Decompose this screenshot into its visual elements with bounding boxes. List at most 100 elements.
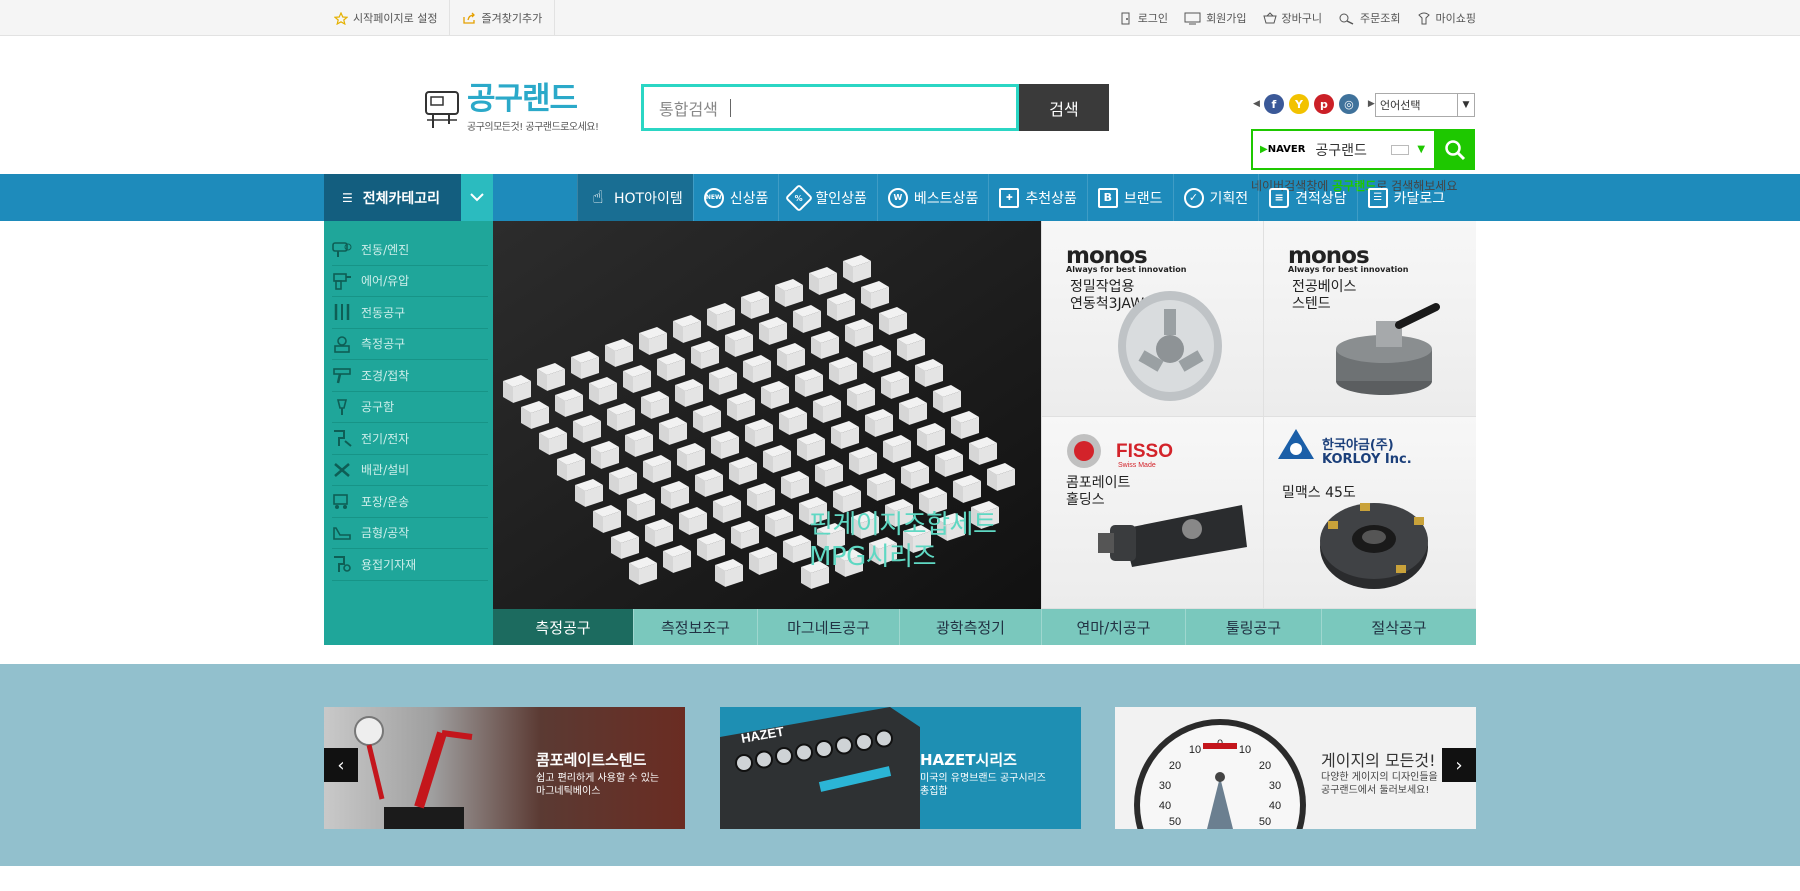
tab-measuring[interactable]: 측정공구 bbox=[493, 609, 633, 645]
banner-area: 핀게이지조합세트 MPG시리즈 monos Always for best in… bbox=[493, 221, 1476, 645]
facebook-icon[interactable]: f bbox=[1263, 94, 1284, 114]
tab-measuring-aux[interactable]: 측정보조구 bbox=[633, 609, 757, 645]
gauge-label: 30 bbox=[1159, 780, 1171, 792]
pinterest-icon[interactable]: p bbox=[1313, 94, 1334, 114]
pipe-icon bbox=[332, 461, 352, 479]
instagram-icon[interactable]: ◎ bbox=[1338, 94, 1359, 114]
brand-b-icon: B bbox=[1097, 187, 1118, 208]
promo-title: HAZET시리즈 bbox=[920, 751, 1017, 769]
socket bbox=[835, 736, 853, 755]
nav-menu: ☝ HOT아이템 NEW 신상품 % 할인상품 W 베스트상품 ✚ 추천상품 B 브랜드 ✓… bbox=[577, 174, 1455, 221]
hamburger-icon: ☰ bbox=[342, 190, 353, 205]
product-tile-fisso[interactable]: FISSO Swiss Made 콤포레이트 홀딩스 bbox=[1041, 417, 1263, 609]
gauge-label: 20 bbox=[1169, 760, 1181, 772]
search-button[interactable]: 검색 bbox=[1019, 84, 1109, 131]
order-lookup-label: 주문조회 bbox=[1360, 12, 1401, 25]
naver-search-box[interactable]: ▶NAVER 공구랜드 ▼ bbox=[1251, 129, 1475, 170]
nav-item-catalog[interactable]: ☰ 카달로그 bbox=[1356, 174, 1456, 221]
utility-left: 시작페이지로 설정 즐겨찾기추가 bbox=[324, 0, 556, 36]
magnetic-base-image bbox=[1336, 303, 1440, 395]
keyboard-icon[interactable] bbox=[1391, 144, 1410, 155]
sidebar-item-welding[interactable]: 용접기자재 bbox=[332, 549, 488, 581]
product-tile-monos-base[interactable]: monos Always for best innovation 전공베이스 스텐… bbox=[1263, 221, 1476, 417]
nav-item-special[interactable]: ✓ 기획전 bbox=[1172, 174, 1259, 221]
hero-line-2: MPG시리즈 bbox=[809, 542, 937, 572]
tab-tooling[interactable]: 툴링공구 bbox=[1185, 609, 1321, 645]
sidebar-item-toolbox[interactable]: 공구함 bbox=[332, 392, 488, 423]
cart-link[interactable]: 장바구니 bbox=[1262, 10, 1322, 26]
gauge-label: 50 bbox=[1259, 816, 1271, 828]
cart-truck-icon bbox=[332, 492, 352, 510]
sidebar-item-mold-machining[interactable]: 금형/공작 bbox=[332, 518, 488, 549]
sidebar-item-air-hydraulic[interactable]: 에어/유압 bbox=[332, 266, 488, 297]
sidebar-item-power-engine[interactable]: 전동/엔진 bbox=[332, 234, 488, 266]
tab-cutting[interactable]: 절삭공구 bbox=[1321, 609, 1476, 645]
add-bookmark-label: 즐겨찾기추가 bbox=[481, 12, 543, 25]
socket bbox=[855, 733, 873, 751]
utility-right: 로그인 회원가입 장바구니 주문조회 마이쇼핑 bbox=[1103, 0, 1476, 36]
promo-card-hazet[interactable]: HAZET HAZET시리즈 미국의 유명브랜드 공구시리즈 총집합 bbox=[720, 707, 1081, 829]
sidebar-item-measuring[interactable]: 측정공구 bbox=[332, 329, 488, 360]
nav-item-new[interactable]: NEW 신상품 bbox=[692, 174, 779, 221]
socket-set-image: HAZET bbox=[720, 707, 920, 829]
electric-icon bbox=[332, 429, 352, 448]
tab-grinding-jig[interactable]: 연마/치공구 bbox=[1041, 609, 1185, 645]
lathe-chuck-image bbox=[1118, 291, 1222, 401]
hand-tools-icon bbox=[332, 303, 352, 321]
social-links: ◀ f Y p ◎ ▶ bbox=[1249, 94, 1379, 114]
nav-item-brand[interactable]: B 브랜드 bbox=[1086, 174, 1173, 221]
svg-text:Swiss Made: Swiss Made bbox=[1118, 462, 1156, 469]
socket bbox=[735, 754, 753, 772]
promo-next-button[interactable]: › bbox=[1442, 748, 1476, 782]
add-bookmark-link[interactable]: 즐겨찾기추가 bbox=[450, 0, 556, 36]
sidebar-item-electric[interactable]: 전기/전자 bbox=[332, 423, 488, 455]
nav-item-recommend[interactable]: ✚ 추천상품 bbox=[988, 174, 1087, 221]
promo-subtitle: 쉽고 편리하게 사용할 수 있는 마그네틱베이스 bbox=[536, 773, 660, 797]
set-homepage-link[interactable]: 시작페이지로 설정 bbox=[324, 0, 451, 36]
nav-item-hot[interactable]: ☝ HOT아이템 bbox=[577, 174, 693, 221]
category-sidebar: 전동/엔진 에어/유압 전동공구 측정공구 조경/접착 공구함 전기/전자 배관… bbox=[324, 221, 493, 645]
language-select[interactable]: 언어선택 ▼ bbox=[1375, 93, 1475, 117]
sidebar-item-landscape-adhesive[interactable]: 조경/접착 bbox=[332, 360, 488, 392]
gauge-label: 40 bbox=[1159, 800, 1171, 812]
my-shopping-link[interactable]: 마이쇼핑 bbox=[1417, 10, 1476, 26]
login-link[interactable]: 로그인 bbox=[1119, 10, 1168, 26]
nav-item-quote[interactable]: ≡ 견적상담 bbox=[1258, 174, 1357, 221]
all-category-button[interactable]: ☰ 전체카테고리 bbox=[324, 174, 461, 221]
sidebar-item-plumbing[interactable]: 배관/설비 bbox=[332, 455, 488, 486]
tile-desc: 밀맥스 45도 bbox=[1282, 485, 1356, 501]
socket bbox=[875, 729, 893, 748]
nav-item-sale[interactable]: % 할인상품 bbox=[778, 174, 877, 221]
promo-card-gauge[interactable]: 010102020303040405050 게이지의 모든것! 다양한 게이지의… bbox=[1115, 707, 1476, 829]
signup-link[interactable]: 회원가입 bbox=[1184, 10, 1247, 26]
promo-title: 게이지의 모든것! bbox=[1321, 751, 1436, 770]
search-form: 통합검색 검색 bbox=[641, 84, 1109, 131]
product-tile-korloy[interactable]: 한국야금(주) KORLOY Inc. 밀맥스 45도 bbox=[1263, 417, 1476, 609]
yellow-id-icon[interactable]: Y bbox=[1288, 94, 1309, 114]
promo-band: 콤포레이트스텐드 쉽고 편리하게 사용할 수 있는 마그네틱베이스 HAZET H… bbox=[0, 664, 1800, 866]
jigsaw-logo-icon bbox=[423, 86, 463, 130]
order-lookup-link[interactable]: 주문조회 bbox=[1338, 10, 1401, 26]
sidebar-item-power-tools[interactable]: 전동공구 bbox=[332, 297, 488, 329]
check-circle-icon: ✓ bbox=[1183, 187, 1204, 208]
naver-search-button[interactable] bbox=[1434, 129, 1475, 170]
social-prev-arrow[interactable]: ◀ bbox=[1253, 99, 1260, 109]
product-tile-monos-chuck[interactable]: monos Always for best innovation 정밀작업용 연동… bbox=[1041, 221, 1263, 417]
site-logo[interactable]: 공구랜드 공구의모든것! 공구랜드로오세요! bbox=[423, 82, 599, 133]
tab-magnet[interactable]: 마그네트공구 bbox=[757, 609, 899, 645]
site-header: 공구랜드 공구의모든것! 공구랜드로오세요! 통합검색 검색 ◀ f Y p ◎… bbox=[0, 36, 1800, 193]
measure-icon bbox=[332, 335, 352, 353]
nav-item-best[interactable]: W 베스트상품 bbox=[876, 174, 988, 221]
tab-optical[interactable]: 광학측정기 bbox=[899, 609, 1041, 645]
sidebar-item-packing-transport[interactable]: 포장/운송 bbox=[332, 486, 488, 518]
hero-banner[interactable]: 핀게이지조합세트 MPG시리즈 bbox=[493, 221, 1041, 609]
caret-down-icon[interactable]: ▼ bbox=[1417, 144, 1425, 155]
search-input[interactable]: 통합검색 bbox=[641, 84, 1019, 131]
social-next-arrow[interactable]: ▶ bbox=[1368, 99, 1375, 109]
promo-card-stand[interactable]: 콤포레이트스텐드 쉽고 편리하게 사용할 수 있는 마그네틱베이스 bbox=[324, 707, 685, 829]
person-icon bbox=[1417, 12, 1431, 25]
cart-icon bbox=[1262, 11, 1277, 25]
category-toggle[interactable] bbox=[461, 174, 493, 221]
promo-subtitle: 미국의 유명브랜드 공구시리즈 총집합 bbox=[920, 773, 1046, 797]
promo-prev-button[interactable]: ‹ bbox=[324, 748, 358, 782]
